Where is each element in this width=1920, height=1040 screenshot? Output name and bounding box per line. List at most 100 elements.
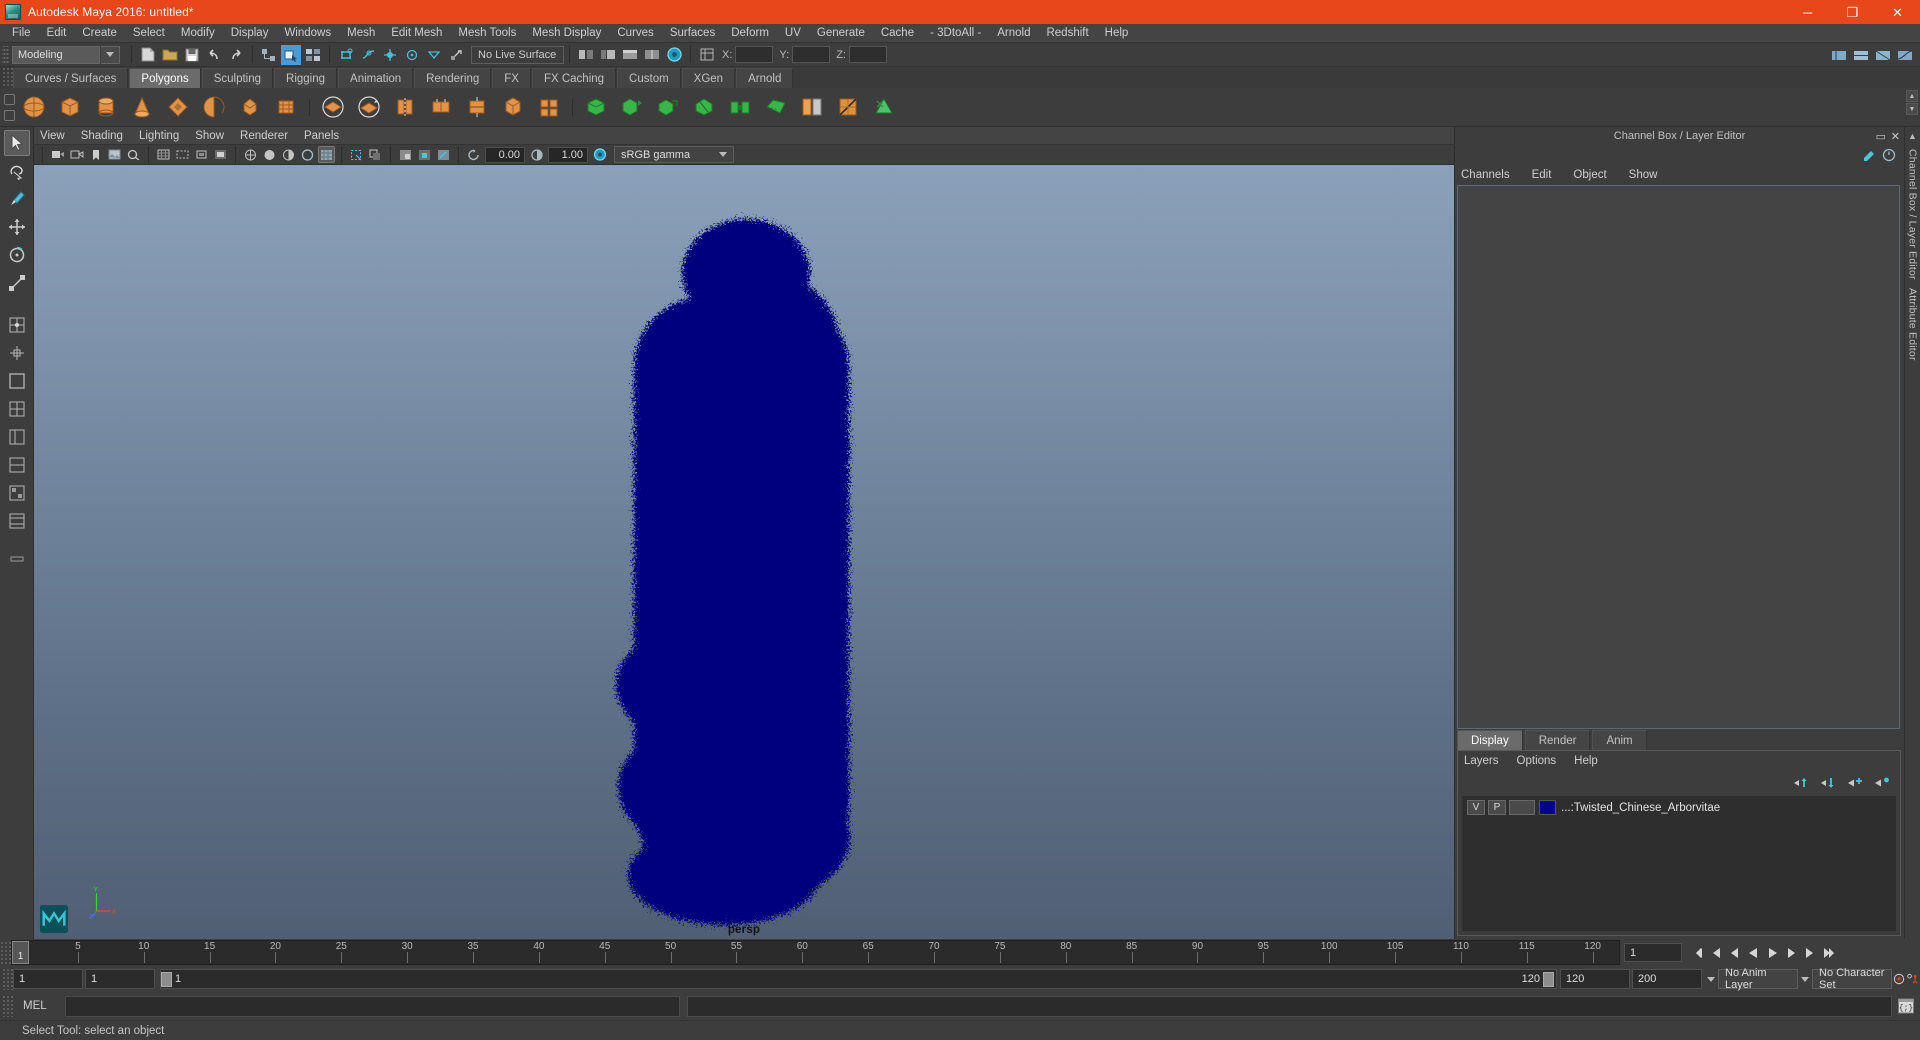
live-surface-field[interactable]: No Live Surface — [471, 45, 564, 64]
exposure-field[interactable]: 0.00 — [485, 146, 525, 163]
snap-to-view-plane-icon[interactable] — [424, 45, 444, 65]
persp-uv-layout-icon[interactable] — [4, 508, 30, 534]
shelf-tab-rendering[interactable]: Rendering — [414, 68, 492, 88]
poly-pipe-icon[interactable] — [270, 91, 302, 123]
dock-label-attribute-editor[interactable]: Attribute Editor — [1907, 288, 1919, 361]
menu-3dtoall[interactable]: - 3DtoAll - — [922, 25, 989, 42]
range-slider-gripper[interactable] — [2, 968, 13, 990]
gamma-reset-icon[interactable] — [528, 146, 545, 163]
shelf-tab-fx[interactable]: FX — [492, 68, 531, 88]
new-layer-from-selected-icon[interactable] — [1874, 776, 1890, 789]
layer-menu-layers[interactable]: Layers — [1464, 755, 1499, 767]
new-scene-icon[interactable] — [138, 45, 158, 65]
poly-cylinder-icon[interactable] — [90, 91, 122, 123]
shelf-scroll-down-button[interactable]: ▼ — [1906, 103, 1918, 115]
menu-select[interactable]: Select — [125, 25, 173, 42]
2d-pan-zoom-icon[interactable] — [125, 146, 142, 163]
current-frame-field[interactable]: 1 — [1624, 943, 1682, 962]
use-default-material-icon[interactable] — [299, 146, 316, 163]
menu-edit-mesh[interactable]: Edit Mesh — [383, 25, 450, 42]
channel-box-content[interactable] — [1457, 185, 1900, 729]
step-forward-frame-icon[interactable] — [1801, 943, 1820, 962]
shelf-tab-xgen[interactable]: XGen — [681, 68, 736, 88]
layer-playback-toggle[interactable]: P — [1488, 800, 1506, 815]
animation-end-field[interactable]: 200 — [1632, 969, 1702, 989]
shelf-tab-custom[interactable]: Custom — [617, 68, 681, 88]
perspective-viewport[interactable]: persp Y X Z — [34, 165, 1454, 939]
menu-set-dropdown-arrow[interactable] — [101, 45, 120, 64]
maximize-button[interactable]: ❐ — [1830, 0, 1875, 24]
bridge-icon[interactable] — [724, 91, 756, 123]
layer-color-swatch[interactable] — [1539, 800, 1556, 815]
character-set-field[interactable]: No Character Set — [1812, 967, 1892, 991]
menu-deform[interactable]: Deform — [723, 25, 777, 42]
animation-start-field[interactable]: 1 — [13, 969, 83, 989]
coord-field-z[interactable] — [848, 46, 887, 63]
viewport-menu-show[interactable]: Show — [195, 130, 234, 142]
show-hide-tool-settings-icon[interactable] — [620, 45, 640, 65]
command-input-field[interactable] — [65, 995, 680, 1017]
wireframe-shading-icon[interactable] — [242, 146, 259, 163]
shelf-tab-animation[interactable]: Animation — [338, 68, 414, 88]
layer-menu-options[interactable]: Options — [1517, 755, 1557, 767]
poly-disc-icon[interactable] — [234, 91, 266, 123]
poly-cube-icon[interactable] — [54, 91, 86, 123]
animation-preferences-icon[interactable] — [1906, 969, 1920, 989]
screen-space-ao-icon[interactable] — [397, 146, 414, 163]
snap-to-projected-center-icon[interactable] — [402, 45, 422, 65]
menu-redshift[interactable]: Redshift — [1038, 25, 1096, 42]
coord-field-x[interactable] — [735, 46, 774, 63]
new-layer-icon[interactable] — [1847, 776, 1863, 789]
snap-to-point-icon[interactable] — [380, 45, 400, 65]
select-tool-icon[interactable] — [3, 130, 30, 156]
save-scene-icon[interactable] — [182, 45, 202, 65]
use-all-lights-icon[interactable] — [348, 146, 365, 163]
last-tool-used-icon[interactable] — [4, 312, 30, 338]
open-scene-icon[interactable] — [160, 45, 180, 65]
hypershade-layout-icon[interactable] — [4, 480, 30, 506]
anim-layer-field[interactable]: No Anim Layer — [1718, 967, 1798, 991]
menu-windows[interactable]: Windows — [276, 25, 339, 42]
show-hide-channel-box-icon[interactable] — [642, 45, 662, 65]
command-language-label[interactable]: MEL — [13, 1000, 65, 1012]
viewport-menu-renderer[interactable]: Renderer — [240, 130, 298, 142]
bevel-icon[interactable] — [688, 91, 720, 123]
range-slider-left-handle[interactable] — [161, 971, 172, 987]
right-panel-close-icon[interactable]: ✕ — [1891, 130, 1900, 143]
shelf-gripper[interactable] — [2, 67, 13, 88]
menu-file[interactable]: File — [4, 25, 39, 42]
menu-create[interactable]: Create — [74, 25, 125, 42]
channel-menu-channels[interactable]: Channels — [1461, 169, 1510, 181]
persp-outliner-layout-icon[interactable] — [4, 424, 30, 450]
snap-to-grid-icon[interactable] — [336, 45, 356, 65]
dock-label-channel-box[interactable]: Channel Box / Layer Editor — [1907, 149, 1919, 280]
color-management-toggle-icon[interactable] — [591, 146, 608, 163]
exposure-reset-icon[interactable] — [465, 146, 482, 163]
range-slider[interactable]: 1 120 — [160, 969, 1557, 989]
shelf-tab-curves-surfaces[interactable]: Curves / Surfaces — [13, 68, 129, 88]
show-hide-attribute-editor-icon[interactable] — [598, 45, 618, 65]
layer-display-type-toggle[interactable] — [1509, 800, 1535, 815]
select-camera-icon[interactable] — [49, 146, 66, 163]
rotate-tool-icon[interactable] — [4, 242, 30, 268]
channel-box-speed-icon[interactable] — [1882, 148, 1896, 162]
undo-icon[interactable] — [204, 45, 224, 65]
select-by-component-type-icon[interactable] — [303, 45, 323, 65]
multisample-aa-icon[interactable] — [435, 146, 452, 163]
menu-display[interactable]: Display — [223, 25, 277, 42]
image-plane-icon[interactable] — [106, 146, 123, 163]
menu-edit[interactable]: Edit — [39, 25, 75, 42]
playback-start-field[interactable]: 1 — [85, 969, 155, 989]
layer-list[interactable]: V P ...:Twisted_Chinese_Arborvitae — [1462, 796, 1896, 931]
smooth-shade-all-icon[interactable] — [261, 146, 278, 163]
append-polygon-icon[interactable] — [760, 91, 792, 123]
menu-mesh-display[interactable]: Mesh Display — [524, 25, 609, 42]
shadows-icon[interactable] — [367, 146, 384, 163]
time-slider-gripper[interactable] — [0, 940, 11, 965]
shelf-tab-polygons[interactable]: Polygons — [129, 68, 201, 88]
time-slider[interactable]: 1 5 10 15 20 25 30 35 40 45 50 55 60 65 70 75 80 85 90 95 1… — [11, 940, 1620, 965]
menu-uv[interactable]: UV — [777, 25, 809, 42]
go-to-start-icon[interactable] — [1687, 943, 1706, 962]
layer-tab-display[interactable]: Display — [1457, 730, 1523, 750]
snap-to-curve-icon[interactable] — [358, 45, 378, 65]
